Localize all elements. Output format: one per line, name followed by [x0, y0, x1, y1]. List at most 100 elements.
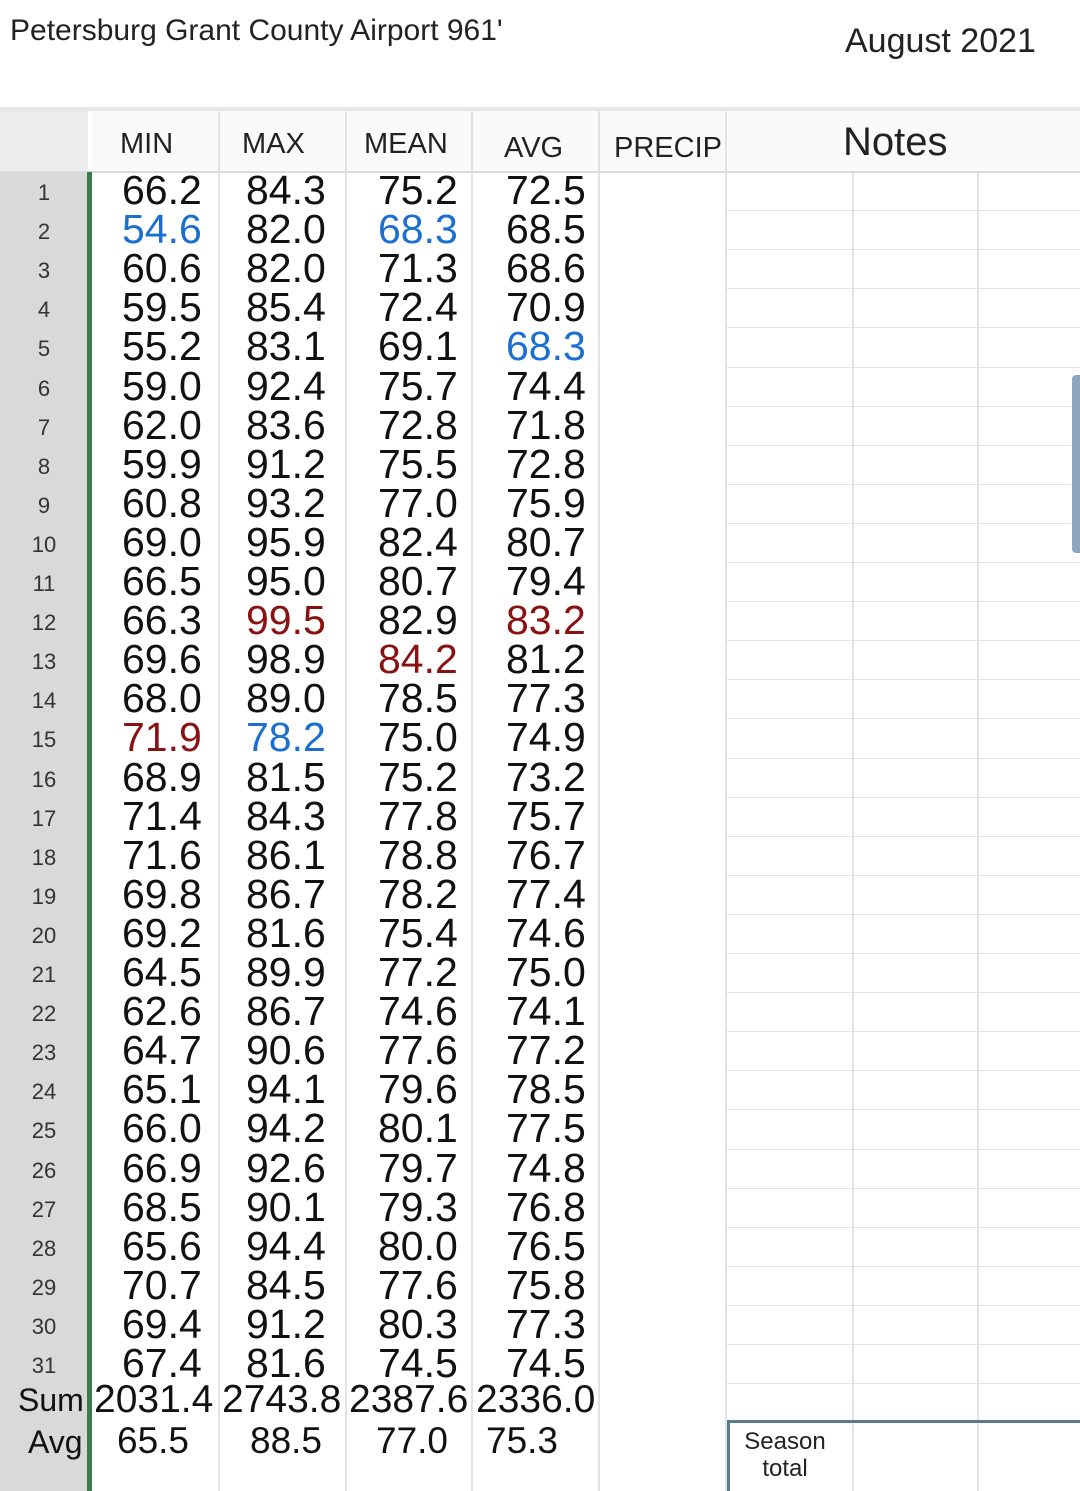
cell-max[interactable]: 90.1 [246, 1185, 326, 1229]
row-number[interactable]: 3 [0, 258, 88, 284]
row-number[interactable]: 27 [0, 1197, 88, 1223]
row-number[interactable]: 29 [0, 1275, 88, 1301]
cell-min[interactable]: 66.0 [122, 1106, 202, 1150]
cell-max[interactable]: 92.4 [246, 364, 326, 408]
gridline [727, 1109, 1080, 1111]
gridline [727, 327, 1080, 329]
season-border-top [727, 1420, 1080, 1423]
sum-mean[interactable]: 2387.6 [349, 1378, 468, 1422]
row-number[interactable]: 5 [0, 336, 88, 362]
row-number[interactable]: 16 [0, 767, 88, 793]
cell-max[interactable]: 81.5 [246, 755, 326, 799]
avg-avg[interactable]: 75.3 [486, 1420, 558, 1462]
cell-avg[interactable]: 74.8 [506, 1146, 586, 1190]
cell-avg[interactable]: 76.8 [506, 1185, 586, 1229]
row-number[interactable]: 7 [0, 415, 88, 441]
column-header-notes[interactable]: Notes [843, 120, 948, 165]
row-number[interactable]: 6 [0, 376, 88, 402]
sum-max[interactable]: 2743.8 [222, 1378, 341, 1422]
row-number[interactable]: 20 [0, 923, 88, 949]
cell-min[interactable]: 66.9 [122, 1146, 202, 1190]
table-row: 10 69.0 95.9 82.4 80.7 [0, 520, 727, 564]
row-number[interactable]: 25 [0, 1118, 88, 1144]
cell-avg[interactable]: 73.2 [506, 755, 586, 799]
table-row: 28 65.6 94.4 80.0 76.5 [0, 1224, 727, 1268]
row-number[interactable]: 18 [0, 845, 88, 871]
row-number[interactable]: 11 [0, 571, 88, 597]
cell-min[interactable]: 59.0 [122, 364, 202, 408]
cell-min[interactable]: 71.4 [122, 794, 202, 838]
corner-cell[interactable] [0, 111, 88, 172]
row-number[interactable]: 17 [0, 806, 88, 832]
cell-max[interactable]: 83.6 [246, 403, 326, 447]
column-header-avg[interactable]: AVG [504, 132, 563, 165]
cell-mean[interactable]: 75.2 [378, 755, 458, 799]
sheet-title: Petersburg Grant County Airport 961' [10, 14, 503, 47]
row-number[interactable]: 31 [0, 1353, 88, 1379]
cell-min[interactable]: 68.5 [122, 1185, 202, 1229]
table-row: 19 69.8 86.7 78.2 77.4 [0, 872, 727, 916]
cell-max[interactable]: 84.3 [246, 794, 326, 838]
cell-mean[interactable]: 75.7 [378, 364, 458, 408]
cell-max[interactable]: 92.6 [246, 1146, 326, 1190]
row-number[interactable]: 15 [0, 727, 88, 753]
cell-avg[interactable]: 77.5 [506, 1106, 586, 1150]
row-number[interactable]: 13 [0, 649, 88, 675]
row-number[interactable]: 4 [0, 297, 88, 323]
cell-max[interactable]: 83.1 [246, 324, 326, 368]
cell-min[interactable]: 68.9 [122, 755, 202, 799]
row-number[interactable]: 14 [0, 688, 88, 714]
row-number[interactable]: 22 [0, 1001, 88, 1027]
column-header-mean[interactable]: MEAN [364, 128, 448, 161]
row-number[interactable]: 8 [0, 454, 88, 480]
cell-max[interactable]: 94.2 [246, 1106, 326, 1150]
cell-avg[interactable]: 74.9 [506, 715, 586, 759]
row-number[interactable]: 19 [0, 884, 88, 910]
scroll-handle[interactable] [1072, 375, 1080, 553]
cell-min[interactable]: 71.9 [122, 715, 202, 759]
column-header-min[interactable]: MIN [120, 128, 173, 161]
row-number[interactable]: 2 [0, 219, 88, 245]
gridline [727, 601, 1080, 603]
column-header-max[interactable]: MAX [242, 128, 305, 161]
row-number[interactable]: 1 [0, 180, 88, 206]
cell-avg[interactable]: 75.7 [506, 794, 586, 838]
row-number[interactable]: 12 [0, 610, 88, 636]
cell-mean[interactable]: 77.8 [378, 794, 458, 838]
row-number[interactable]: 23 [0, 1040, 88, 1066]
avg-mean[interactable]: 77.0 [376, 1420, 448, 1462]
table-row: 17 71.4 84.3 77.8 75.7 [0, 794, 727, 838]
cell-mean[interactable]: 69.1 [378, 324, 458, 368]
gridline [727, 913, 1080, 915]
row-number[interactable]: 28 [0, 1236, 88, 1262]
row-number[interactable]: 10 [0, 532, 88, 558]
cell-mean[interactable]: 75.0 [378, 715, 458, 759]
cell-mean[interactable]: 80.1 [378, 1106, 458, 1150]
gridline [727, 874, 1080, 876]
cell-mean[interactable]: 72.8 [378, 403, 458, 447]
table-row: 16 68.9 81.5 75.2 73.2 [0, 755, 727, 799]
row-number[interactable]: 21 [0, 962, 88, 988]
cell-avg[interactable]: 71.8 [506, 403, 586, 447]
gridline [727, 249, 1080, 251]
cell-max[interactable]: 78.2 [246, 715, 326, 759]
cell-min[interactable]: 55.2 [122, 324, 202, 368]
cell-min[interactable]: 62.0 [122, 403, 202, 447]
table-row: 25 66.0 94.2 80.1 77.5 [0, 1106, 727, 1150]
gridline [727, 1148, 1080, 1150]
cell-mean[interactable]: 79.7 [378, 1146, 458, 1190]
avg-min[interactable]: 65.5 [117, 1420, 189, 1462]
row-number[interactable]: 9 [0, 493, 88, 519]
gridline [727, 1226, 1080, 1228]
row-number[interactable]: 24 [0, 1079, 88, 1105]
avg-max[interactable]: 88.5 [250, 1420, 322, 1462]
row-number[interactable]: 30 [0, 1314, 88, 1340]
sum-min[interactable]: 2031.4 [94, 1378, 213, 1422]
cell-mean[interactable]: 79.3 [378, 1185, 458, 1229]
row-number[interactable]: 26 [0, 1158, 88, 1184]
gridline [727, 1344, 1080, 1345]
cell-avg[interactable]: 68.3 [506, 324, 586, 368]
sum-avg[interactable]: 2336.0 [476, 1378, 595, 1422]
cell-avg[interactable]: 74.4 [506, 364, 586, 408]
column-header-precip[interactable]: PRECIP [614, 132, 722, 165]
